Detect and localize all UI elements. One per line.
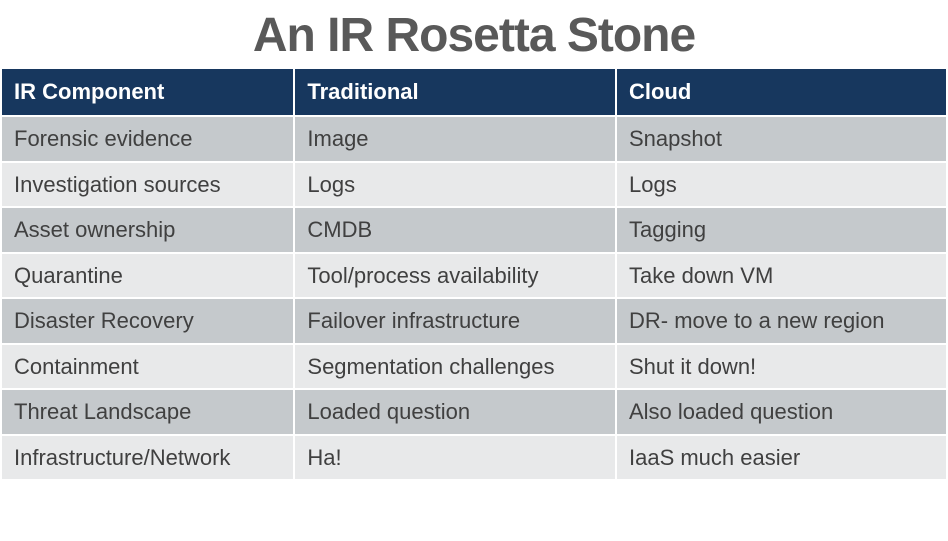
cell-component: Infrastructure/Network [2, 436, 293, 480]
cell-component: Asset ownership [2, 208, 293, 252]
cell-cloud: DR- move to a new region [617, 299, 946, 343]
table-row: Disaster Recovery Failover infrastructur… [2, 299, 946, 343]
cell-traditional: Segmentation challenges [295, 345, 615, 389]
header-ir-component: IR Component [2, 69, 293, 115]
table-row: Infrastructure/Network Ha! IaaS much eas… [2, 436, 946, 480]
cell-traditional: Loaded question [295, 390, 615, 434]
table-row: Forensic evidence Image Snapshot [2, 117, 946, 161]
cell-cloud: IaaS much easier [617, 436, 946, 480]
cell-traditional: CMDB [295, 208, 615, 252]
cell-traditional: Tool/process availability [295, 254, 615, 298]
cell-cloud: Logs [617, 163, 946, 207]
cell-component: Threat Landscape [2, 390, 293, 434]
table-header-row: IR Component Traditional Cloud [2, 69, 946, 115]
cell-cloud: Shut it down! [617, 345, 946, 389]
cell-traditional: Image [295, 117, 615, 161]
table-row: Investigation sources Logs Logs [2, 163, 946, 207]
cell-cloud: Also loaded question [617, 390, 946, 434]
cell-cloud: Take down VM [617, 254, 946, 298]
cell-component: Investigation sources [2, 163, 293, 207]
cell-traditional: Logs [295, 163, 615, 207]
cell-component: Quarantine [2, 254, 293, 298]
table-row: Containment Segmentation challenges Shut… [2, 345, 946, 389]
table-row: Quarantine Tool/process availability Tak… [2, 254, 946, 298]
header-cloud: Cloud [617, 69, 946, 115]
cell-component: Containment [2, 345, 293, 389]
cell-traditional: Failover infrastructure [295, 299, 615, 343]
cell-component: Disaster Recovery [2, 299, 293, 343]
cell-traditional: Ha! [295, 436, 615, 480]
table-row: Asset ownership CMDB Tagging [2, 208, 946, 252]
page-title: An IR Rosetta Stone [0, 0, 948, 67]
cell-cloud: Snapshot [617, 117, 946, 161]
cell-cloud: Tagging [617, 208, 946, 252]
table-row: Threat Landscape Loaded question Also lo… [2, 390, 946, 434]
comparison-table: IR Component Traditional Cloud Forensic … [0, 67, 948, 481]
cell-component: Forensic evidence [2, 117, 293, 161]
header-traditional: Traditional [295, 69, 615, 115]
